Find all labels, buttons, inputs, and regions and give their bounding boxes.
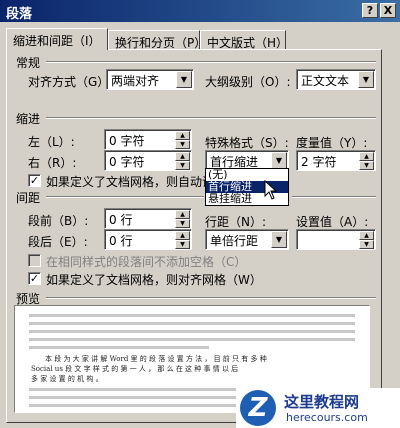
space-before-value: 0 行 [109, 213, 133, 227]
spin-down-icon[interactable]: ▼ [175, 219, 190, 228]
preview-grey-line [29, 322, 355, 325]
spin-up-icon[interactable]: ▲ [359, 231, 374, 240]
alignment-value: 两端对齐 [111, 74, 160, 88]
space-after-label: 段后（E）: [28, 235, 88, 249]
spin-up-icon[interactable]: ▲ [175, 152, 190, 161]
outline-level-value: 正文文本 [301, 74, 350, 88]
spacing-divider [46, 196, 204, 198]
spin-up-icon[interactable]: ▲ [175, 210, 190, 219]
chevron-down-icon[interactable]: ▼ [358, 71, 374, 88]
no-space-same-style-label: 在相同样式的段落间不添加空格（C） [46, 255, 247, 269]
special-format-label: 特殊格式（S）: [205, 136, 289, 150]
indent-amount-spinner[interactable]: 2 字符 ▲ ▼ [296, 150, 376, 171]
spin-down-icon[interactable]: ▼ [175, 140, 190, 149]
general-heading: 常规 [16, 56, 41, 70]
preview-text-line: 本 段 为 大 家 讲 解 Word 里 的 段 落 设 置 方 法 ， 目 前… [45, 355, 267, 363]
watermark-url: herecours.com [286, 411, 368, 424]
snap-to-grid-checkbox[interactable]: ✓ [28, 272, 41, 285]
spin-down-icon[interactable]: ▼ [175, 161, 190, 170]
auto-adjust-indent-label: 如果定义了文档网格，则自动调 [46, 175, 215, 189]
spin-up-icon[interactable]: ▲ [175, 131, 190, 140]
snap-to-grid-label: 如果定义了文档网格，则对齐网格（W） [46, 273, 262, 287]
line-spacing-label: 行距（N）: [205, 215, 267, 229]
general-divider [46, 61, 376, 63]
spacing-heading: 间距 [16, 191, 41, 205]
left-indent-value: 0 字符 [109, 134, 145, 148]
indent-amount-label: 度量值（Y）: [296, 136, 368, 150]
spin-up-icon[interactable]: ▲ [359, 152, 374, 161]
chevron-down-icon[interactable]: ▼ [271, 152, 287, 169]
indent-amount-value: 2 字符 [301, 155, 337, 169]
spin-up-icon[interactable]: ▲ [175, 231, 190, 240]
line-spacing-value: 单倍行距 [210, 234, 259, 248]
right-indent-label: 右（R）: [28, 156, 77, 170]
space-after-value: 0 行 [109, 234, 133, 248]
left-indent-spinner[interactable]: 0 字符 ▲ ▼ [104, 129, 192, 150]
special-format-value: 首行缩进 [210, 155, 259, 169]
space-before-spinner[interactable]: 0 行 ▲ ▼ [104, 208, 192, 229]
spacing-divider-right [292, 196, 376, 198]
outline-level-label: 大纲级别（O）: [205, 75, 291, 89]
preview-text-line: 多 家 设 置 的 机 构 。 [31, 375, 103, 383]
alignment-select[interactable]: 两端对齐 ▼ [106, 69, 194, 90]
space-after-spinner[interactable]: 0 行 ▲ ▼ [104, 229, 192, 250]
mouse-cursor-icon [264, 180, 278, 200]
outline-level-select[interactable]: 正文文本 ▼ [296, 69, 376, 90]
spin-down-icon[interactable]: ▼ [359, 240, 374, 249]
alignment-label: 对齐方式（G）: [28, 75, 114, 89]
spacing-at-spinner[interactable]: ▲ ▼ [296, 229, 376, 250]
spacing-at-label: 设置值（A）: [296, 215, 369, 229]
line-spacing-select[interactable]: 单倍行距 ▼ [205, 229, 289, 250]
preview-grey-line [29, 346, 209, 349]
right-indent-value: 0 字符 [109, 155, 145, 169]
watermark-logo: Z [240, 390, 276, 426]
indent-divider [46, 117, 376, 119]
chevron-down-icon[interactable]: ▼ [176, 71, 192, 88]
right-indent-spinner[interactable]: 0 字符 ▲ ▼ [104, 150, 192, 171]
left-indent-label: 左（L）: [28, 135, 75, 149]
watermark-name: 这里教程网 [284, 393, 360, 411]
indent-heading: 缩进 [16, 112, 41, 126]
preview-divider [46, 297, 376, 299]
spin-down-icon[interactable]: ▼ [359, 161, 374, 170]
auto-adjust-indent-checkbox[interactable]: ✓ [28, 174, 41, 187]
chevron-down-icon[interactable]: ▼ [271, 231, 287, 248]
preview-grey-line [29, 314, 355, 317]
watermark: Z 这里教程网 herecours.com [236, 388, 400, 428]
preview-grey-line [29, 338, 355, 341]
preview-grey-line [29, 330, 355, 333]
space-before-label: 段前（B）: [28, 214, 89, 228]
preview-text-line: Social us 段 文 字 样 式 的 第 一 人 ， 那 么 在 这 种 … [31, 365, 239, 373]
spin-down-icon[interactable]: ▼ [175, 240, 190, 249]
no-space-same-style-checkbox[interactable] [28, 254, 41, 267]
